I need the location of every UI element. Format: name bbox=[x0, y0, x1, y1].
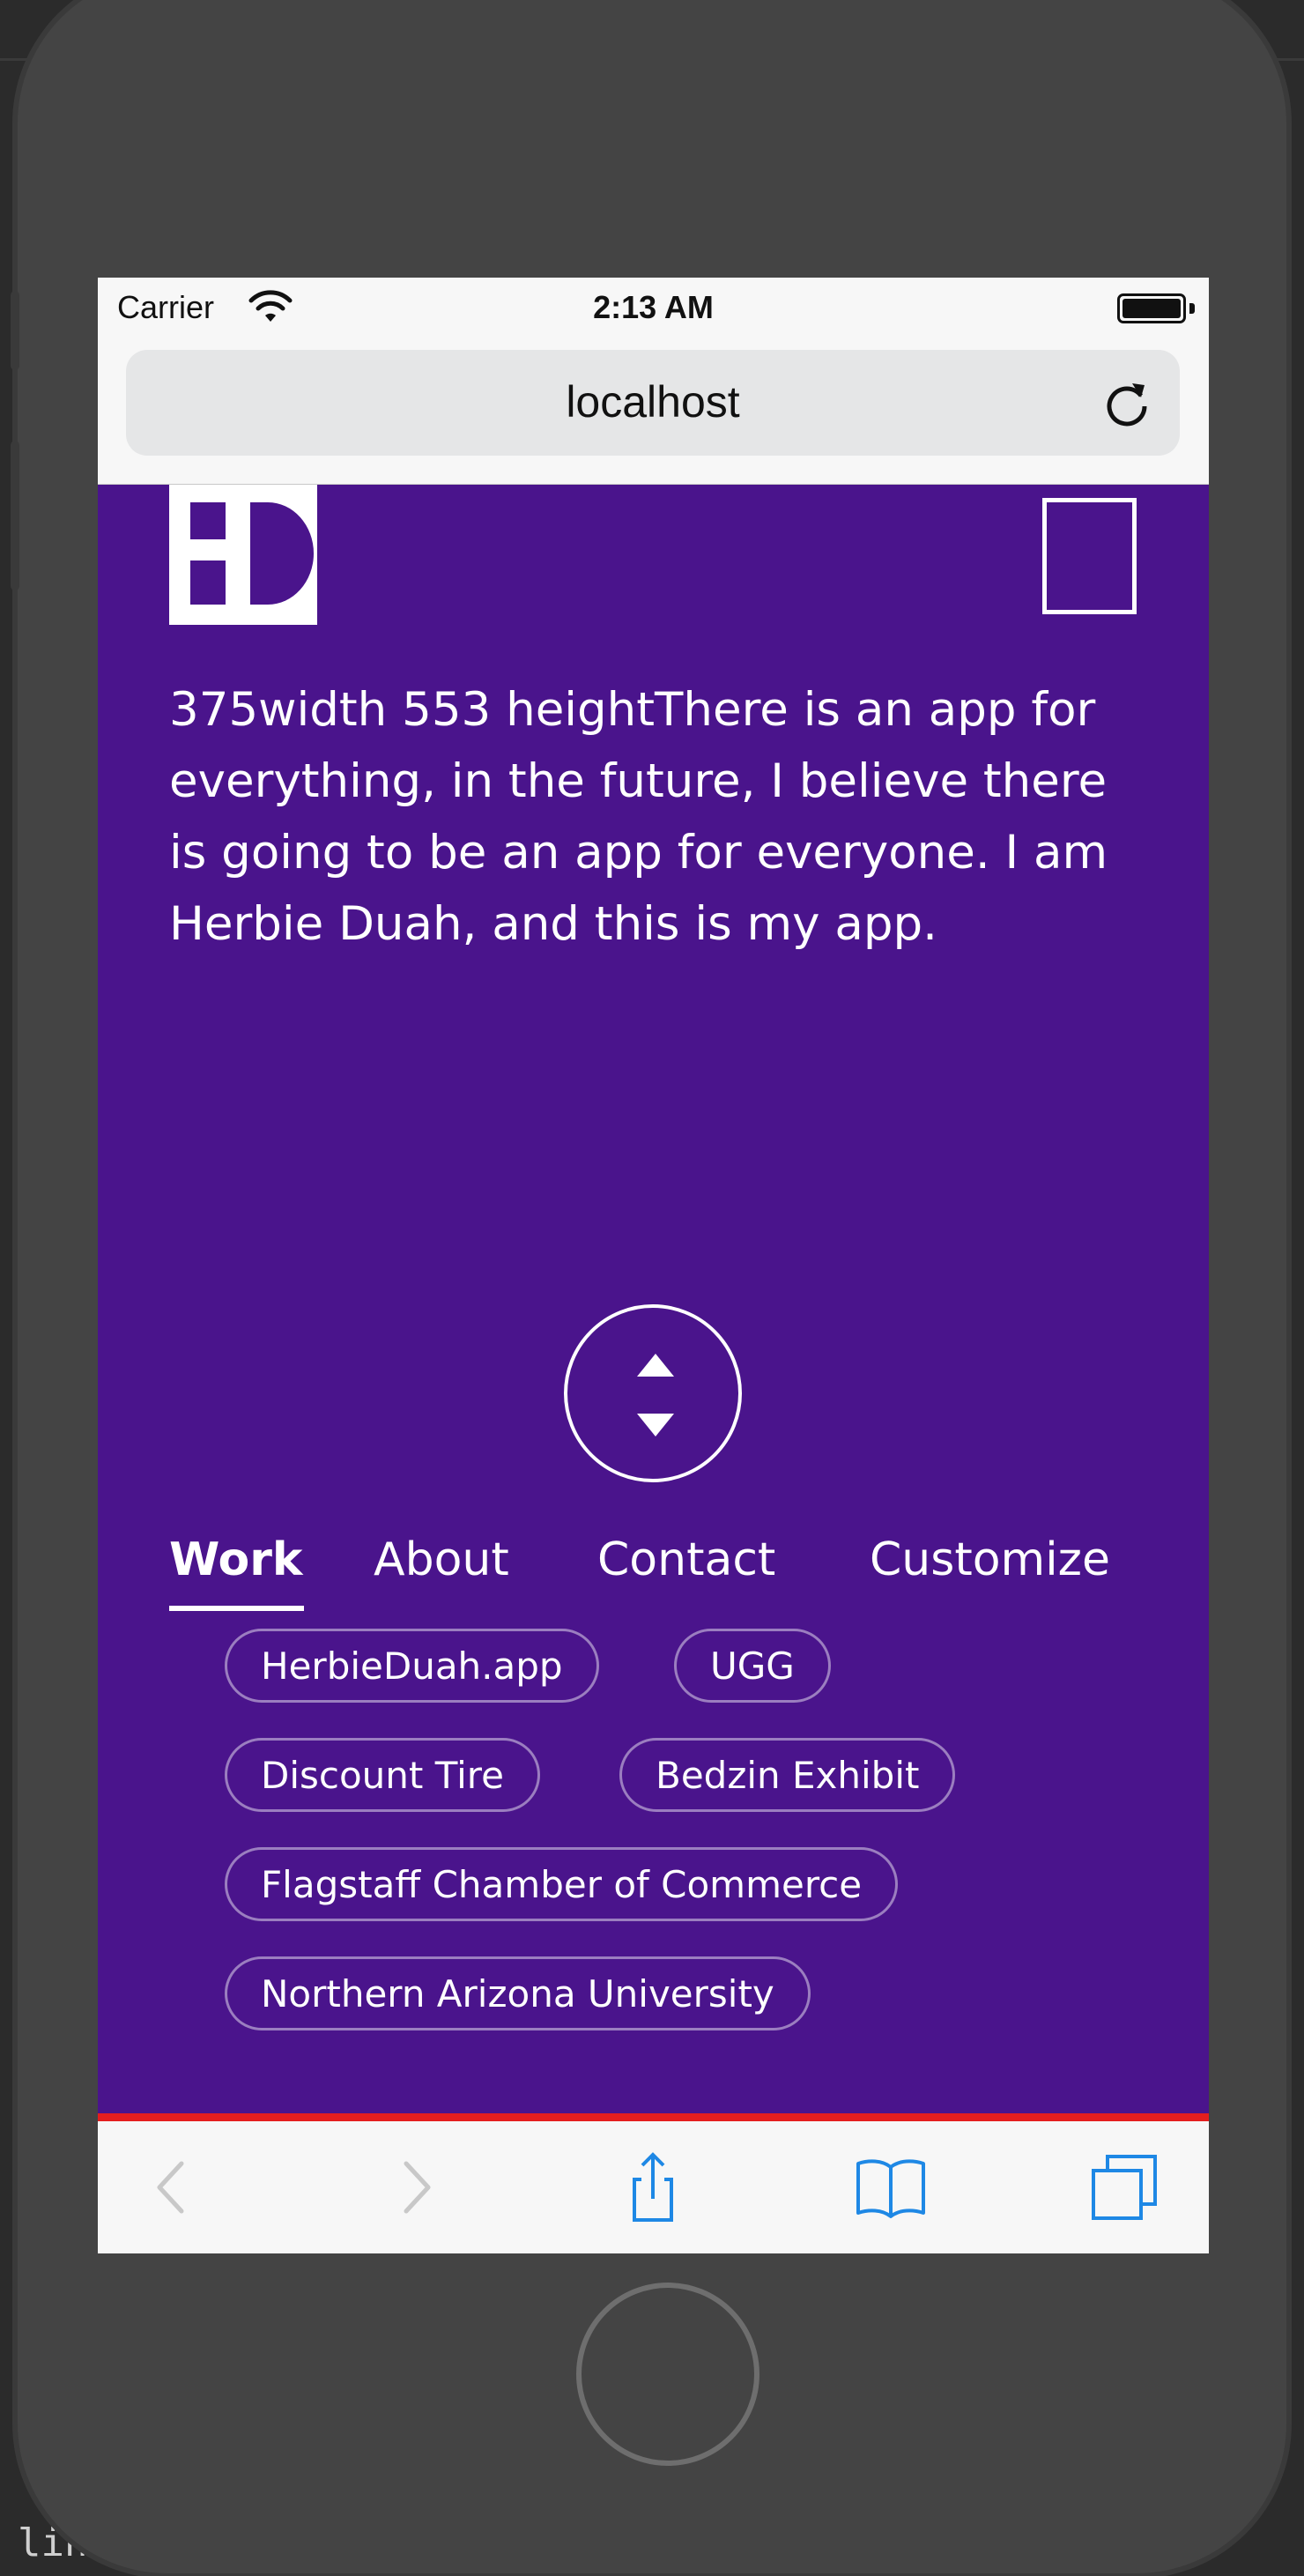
section-tabs: Work About Contact Customize bbox=[98, 1533, 1209, 1613]
address-bar[interactable]: localhost bbox=[126, 350, 1180, 456]
browser-header: localhost bbox=[98, 339, 1209, 485]
menu-icon[interactable] bbox=[1042, 498, 1137, 614]
device-screen: Carrier 2:13 AM localhost 375width 553 h… bbox=[98, 278, 1209, 2253]
arrow-down-icon bbox=[637, 1414, 674, 1436]
work-chip-flagstaff-chamber[interactable]: Flagstaff Chamber of Commerce bbox=[225, 1847, 899, 1921]
home-button[interactable] bbox=[576, 2283, 759, 2466]
battery-tip bbox=[1189, 303, 1195, 314]
address-text: localhost bbox=[566, 377, 740, 427]
accent-line bbox=[98, 2113, 1209, 2121]
status-time: 2:13 AM bbox=[593, 289, 714, 325]
tab-contact[interactable]: Contact bbox=[597, 1533, 775, 1586]
work-chip-discount-tire[interactable]: Discount Tire bbox=[225, 1738, 540, 1812]
back-icon[interactable] bbox=[133, 2148, 212, 2227]
work-chip-herbieduah[interactable]: HerbieDuah.app bbox=[225, 1629, 599, 1703]
scroll-button[interactable] bbox=[564, 1304, 742, 1482]
browser-toolbar bbox=[98, 2121, 1209, 2253]
tab-about[interactable]: About bbox=[374, 1533, 509, 1586]
reload-icon[interactable] bbox=[1100, 376, 1153, 429]
battery-icon bbox=[1117, 293, 1186, 323]
tab-work[interactable]: Work bbox=[169, 1533, 302, 1586]
work-chip-ugg[interactable]: UGG bbox=[674, 1629, 831, 1703]
share-icon[interactable] bbox=[613, 2148, 693, 2227]
status-bar: Carrier 2:13 AM bbox=[98, 278, 1209, 339]
logo-icon[interactable] bbox=[169, 485, 317, 625]
arrow-up-icon bbox=[637, 1354, 674, 1377]
device-side-button bbox=[11, 291, 19, 370]
intro-text: 375width 553 heightThere is an app for e… bbox=[169, 683, 1108, 951]
tabs-icon[interactable] bbox=[1085, 2148, 1164, 2227]
tab-customize[interactable]: Customize bbox=[870, 1533, 1110, 1586]
device-side-button bbox=[11, 441, 19, 590]
work-chip-bedzin-exhibit[interactable]: Bedzin Exhibit bbox=[619, 1738, 956, 1812]
work-chip-nau[interactable]: Northern Arizona University bbox=[225, 1956, 811, 2030]
bookmarks-icon[interactable] bbox=[851, 2148, 930, 2227]
active-tab-indicator bbox=[169, 1606, 304, 1611]
forward-icon[interactable] bbox=[375, 2148, 455, 2227]
